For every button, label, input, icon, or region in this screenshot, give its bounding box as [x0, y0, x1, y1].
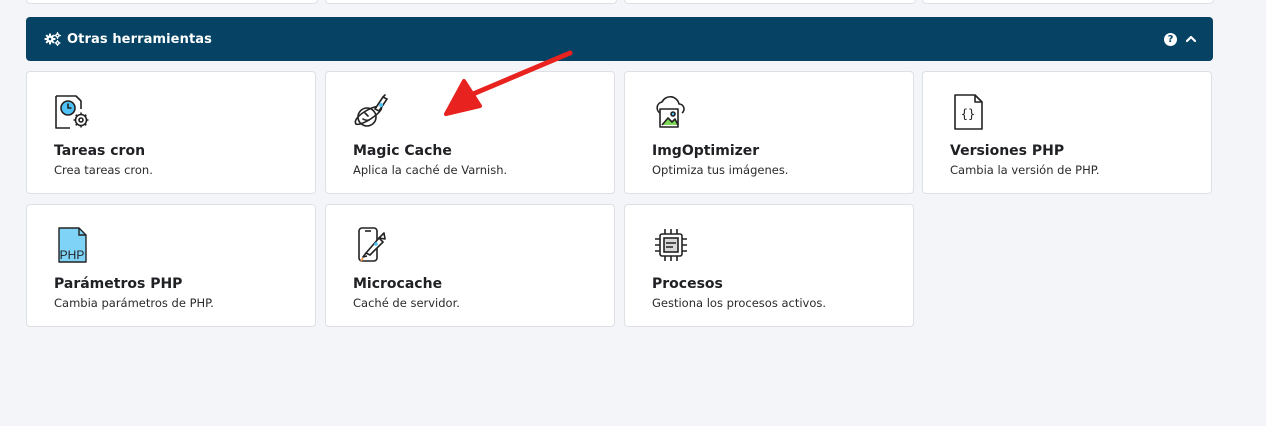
card-description: Gestiona los procesos activos. — [652, 296, 827, 310]
gears-icon — [44, 32, 61, 46]
card-partial — [922, 0, 1214, 4]
card-description: Caché de servidor. — [353, 296, 460, 310]
card-title: Magic Cache — [353, 143, 452, 159]
php-icon-text: PHP — [60, 248, 85, 262]
php-document-icon: PHP — [58, 227, 87, 263]
tool-card-imgoptimizer[interactable]: ImgOptimizer Optimiza tus imágenes. — [624, 71, 914, 194]
tool-card-procesos[interactable]: Procesos Gestiona los procesos activos. — [624, 204, 914, 327]
card-title: ImgOptimizer — [652, 143, 760, 159]
card-partial — [325, 0, 617, 4]
clock-gear-document-icon — [55, 95, 89, 129]
tool-card-microcache[interactable]: Microcache Caché de servidor. — [325, 204, 615, 327]
card-description: Aplica la caché de Varnish. — [353, 163, 508, 177]
header-actions: ? — [1164, 32, 1197, 46]
card-title: Versiones PHP — [950, 143, 1065, 159]
tool-card-parametros-php[interactable]: PHP Parámetros PHP Cambia parámetros de … — [26, 204, 316, 327]
card-title: Parámetros PHP — [54, 276, 183, 292]
card-partial — [624, 0, 916, 4]
code-document-icon: {} — [954, 94, 983, 130]
section-title: Otras herramientas — [67, 31, 212, 47]
tool-card-tareas-cron[interactable]: Tareas cron Crea tareas cron. — [26, 71, 316, 194]
card-description: Crea tareas cron. — [54, 163, 153, 177]
card-description: Cambia parámetros de PHP. — [54, 296, 214, 310]
section-header[interactable]: Otras herramientas ? — [26, 17, 1213, 61]
annotation-arrow — [444, 50, 573, 116]
planet-rocket-icon — [354, 94, 389, 127]
tool-card-versiones-php[interactable]: {} Versiones PHP Cambia la versión de PH… — [922, 71, 1212, 194]
card-title: Microcache — [353, 276, 443, 292]
cloud-image-icon — [656, 96, 685, 128]
card-description: Cambia la versión de PHP. — [950, 163, 1100, 177]
chevron-up-icon[interactable] — [1185, 33, 1197, 45]
phone-rocket-icon — [358, 227, 386, 262]
card-title: Procesos — [652, 276, 723, 292]
card-title: Tareas cron — [54, 143, 146, 159]
cpu-chip-icon — [655, 229, 687, 261]
svg-text:{}: {} — [961, 107, 975, 121]
card-partial — [26, 0, 318, 4]
card-description: Optimiza tus imágenes. — [652, 163, 789, 177]
help-icon[interactable]: ? — [1164, 32, 1177, 46]
